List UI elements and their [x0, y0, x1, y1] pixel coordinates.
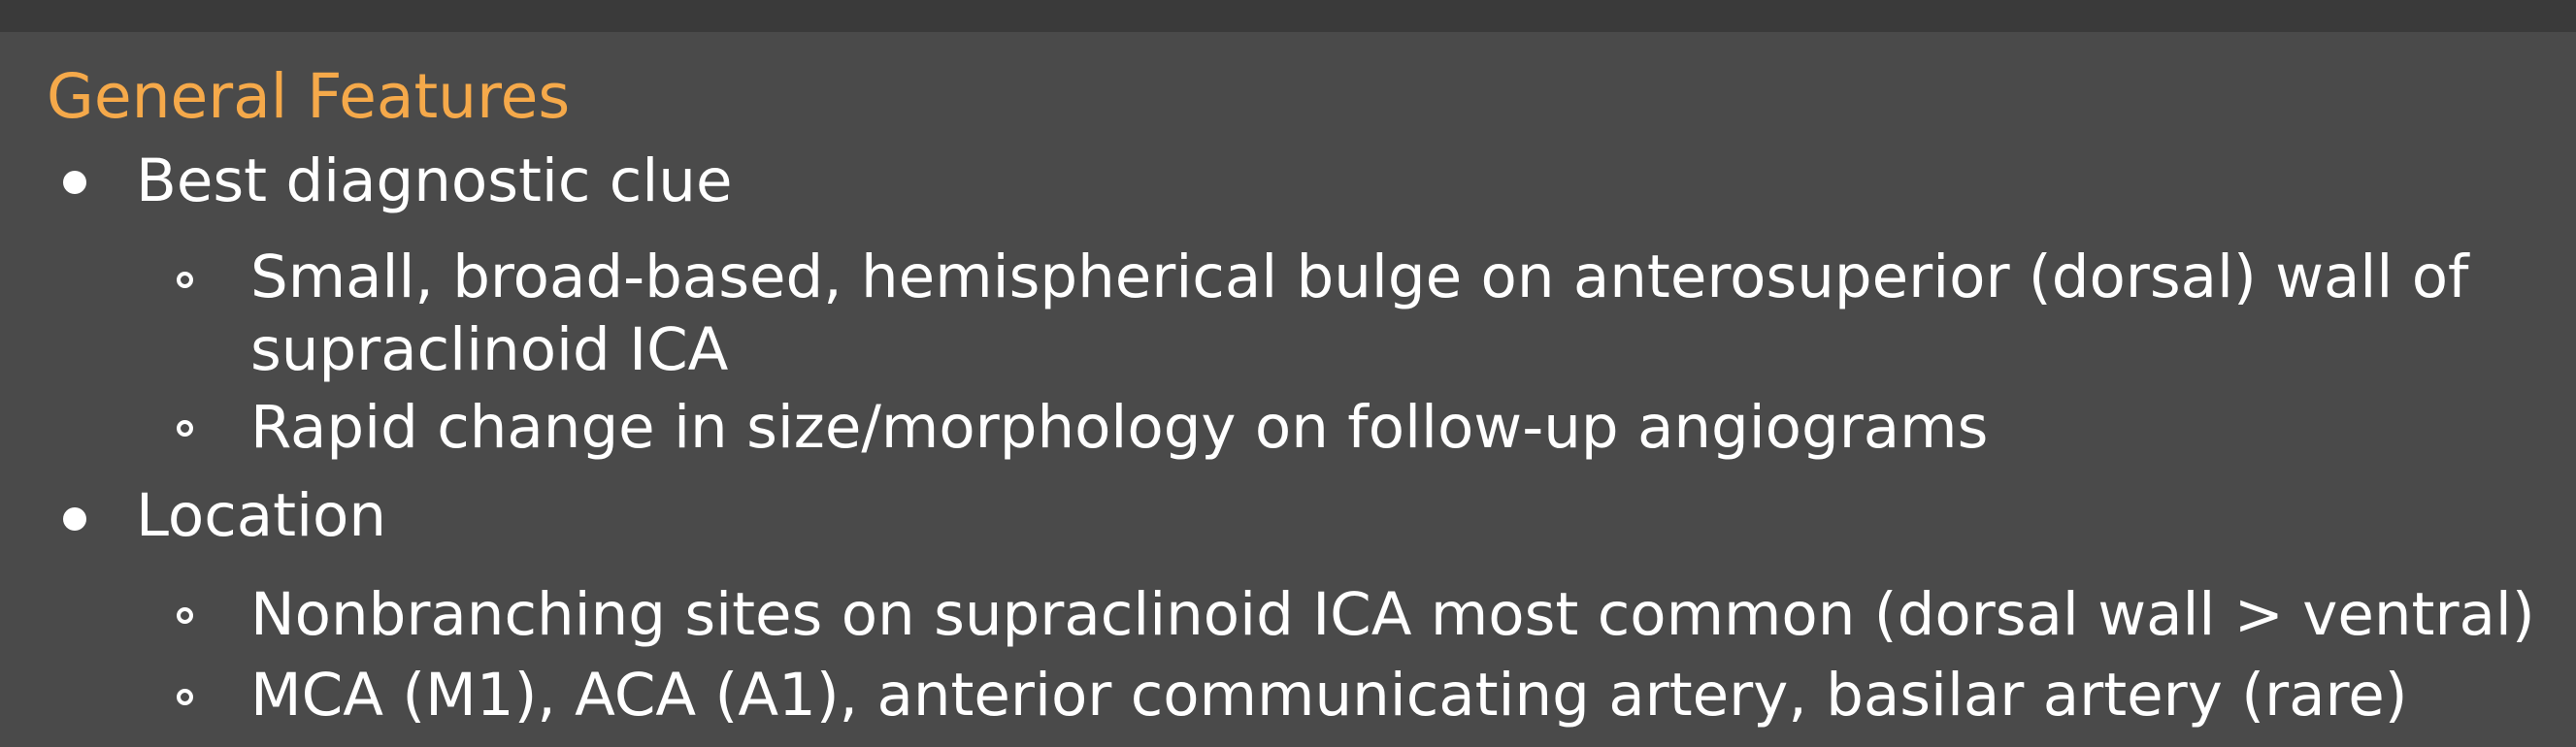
sub-bullet-text-continuation: supraclinoid ICA	[250, 315, 729, 384]
sub-bullet-circle-icon	[177, 607, 193, 624]
section-heading: General Features	[47, 61, 571, 132]
sub-bullet-text: Rapid change in size/morphology on follo…	[250, 393, 1989, 462]
sub-bullet-text: Nonbranching sites on supraclinoid ICA m…	[250, 580, 2535, 649]
bullet-disc-icon	[63, 171, 86, 194]
sub-bullet-circle-icon	[177, 420, 193, 437]
bullet-disc-icon	[63, 507, 86, 531]
bullet-label-location: Location	[136, 481, 386, 550]
slide-content: General Features Best diagnostic clue Sm…	[0, 32, 2576, 747]
bullet-label-best-diagnostic-clue: Best diagnostic clue	[136, 146, 733, 215]
sub-bullet-circle-icon	[177, 689, 193, 705]
sub-bullet-circle-icon	[177, 272, 193, 288]
top-bar	[0, 0, 2576, 32]
sub-bullet-text: Small, broad-based, hemispherical bulge …	[250, 243, 2469, 311]
sub-bullet-text: MCA (M1), ACA (A1), anterior communicati…	[250, 661, 2408, 730]
